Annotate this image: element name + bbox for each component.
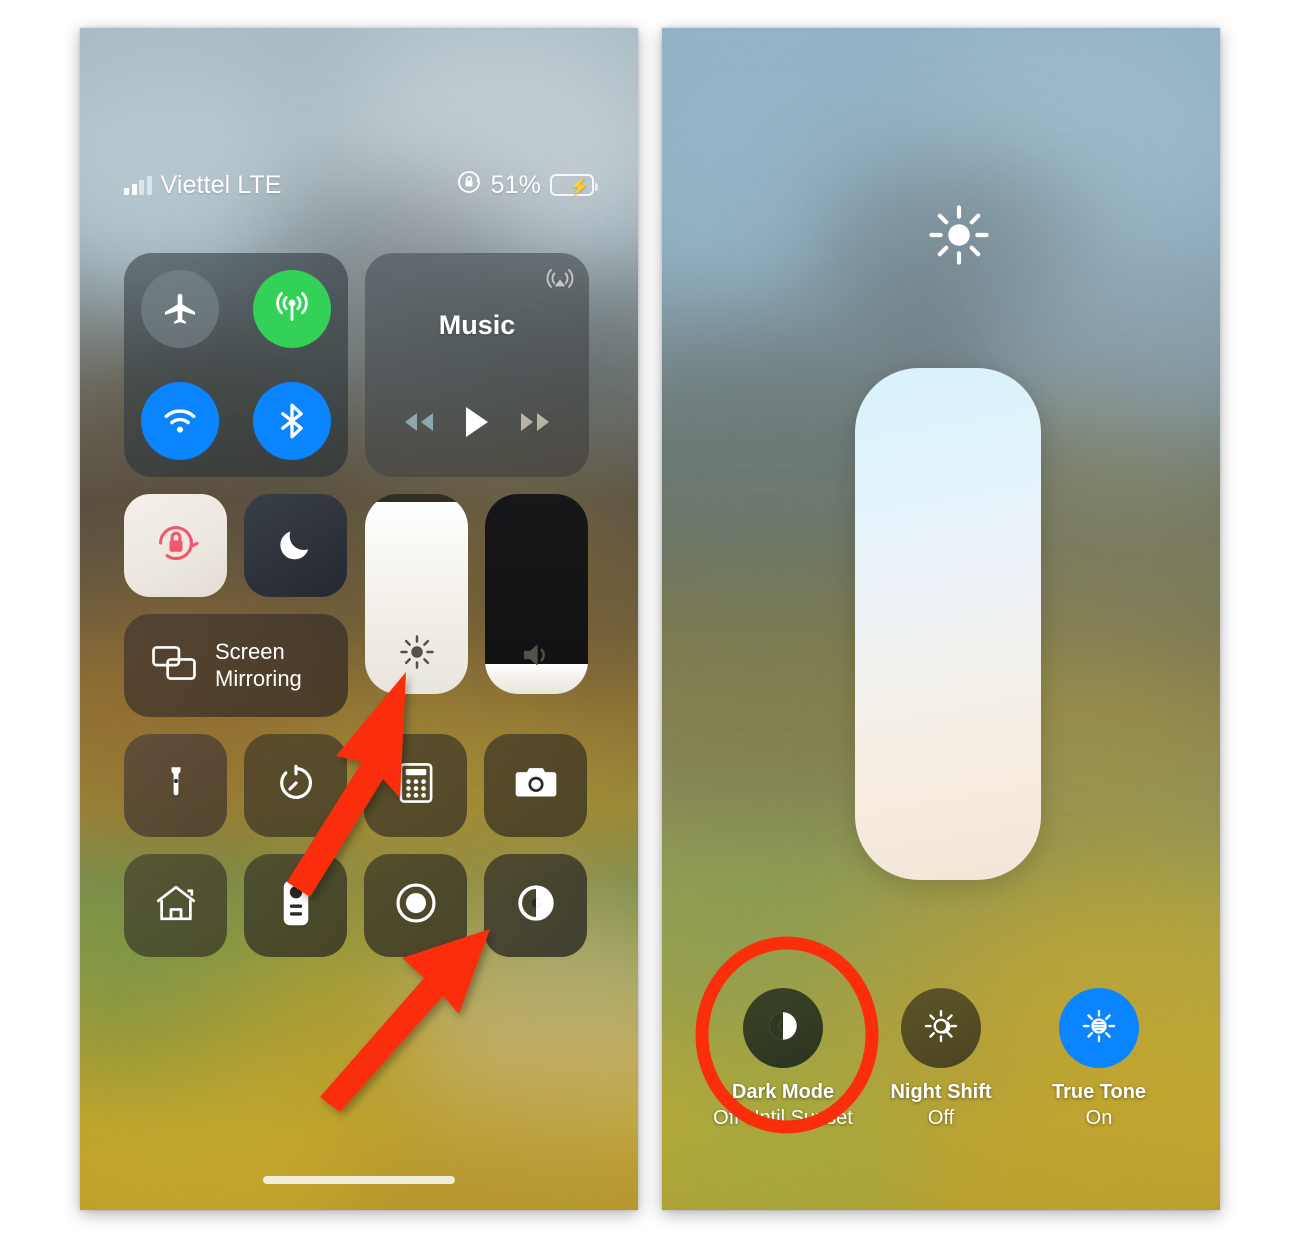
- battery-percent-label: 51%: [490, 170, 541, 199]
- media-widget[interactable]: Music: [365, 253, 589, 477]
- bluetooth-icon: [271, 400, 313, 442]
- true-tone-icon: [1079, 1006, 1119, 1051]
- control-center-grid: Music Screen Mirroring: [80, 253, 638, 957]
- screen-mirroring-icon: [150, 643, 198, 688]
- dark-mode-knob[interactable]: [743, 988, 823, 1068]
- connectivity-tile[interactable]: [124, 253, 348, 477]
- brightness-sun-icon: [365, 632, 468, 672]
- do-not-disturb-toggle[interactable]: [244, 494, 347, 597]
- volume-slider[interactable]: [485, 494, 588, 694]
- night-shift-icon: [921, 1006, 961, 1051]
- cellular-data-toggle[interactable]: [253, 270, 331, 348]
- home-tile[interactable]: [124, 854, 227, 957]
- timer-icon: [273, 760, 319, 811]
- true-tone-label: True Tone: [1051, 1081, 1147, 1103]
- night-shift-knob[interactable]: [901, 988, 981, 1068]
- status-bar: Viettel LTE 51% ⚡: [80, 168, 638, 202]
- display-options-row: Dark Mode Off Until Sunset Night Shift O…: [662, 988, 1220, 1130]
- brightness-expanded-panel-right: Dark Mode Off Until Sunset Night Shift O…: [662, 28, 1220, 1210]
- calculator-icon: [396, 761, 436, 810]
- dark-mode-icon: [763, 1006, 803, 1051]
- dark-mode-option[interactable]: Dark Mode Off Until Sunset: [708, 988, 858, 1130]
- dark-mode-state: Off Until Sunset: [713, 1107, 853, 1129]
- wifi-toggle[interactable]: [141, 382, 219, 460]
- play-icon[interactable]: [462, 405, 492, 439]
- cellular-data-icon: [271, 288, 313, 330]
- night-shift-label: Night Shift: [890, 1081, 992, 1103]
- control-center-panel-left: Viettel LTE 51% ⚡ Music Screen Mirroring: [80, 28, 638, 1210]
- cellular-signal-icon: [124, 175, 152, 195]
- volume-icon: [485, 638, 588, 672]
- mirror-label-line2: Mirroring: [215, 665, 302, 691]
- screen-record-icon: [393, 880, 439, 931]
- night-shift-state: Off: [927, 1107, 955, 1129]
- fast-forward-icon[interactable]: [517, 409, 555, 435]
- wifi-icon: [159, 400, 201, 442]
- screenshot-stage: Viettel LTE 51% ⚡ Music Screen Mirroring…: [0, 0, 1300, 1238]
- screen-record-tile[interactable]: [364, 854, 467, 957]
- calculator-tile[interactable]: [364, 734, 467, 837]
- night-shift-option[interactable]: Night Shift Off: [866, 988, 1016, 1130]
- home-icon: [153, 881, 199, 930]
- camera-tile[interactable]: [484, 734, 587, 837]
- airplane-icon: [160, 289, 200, 329]
- brightness-slider[interactable]: [365, 494, 468, 694]
- dark-mode-label: Dark Mode: [731, 1081, 835, 1103]
- battery-icon: ⚡: [550, 174, 598, 196]
- rotation-lock-icon: [150, 517, 202, 574]
- brightness-slider-expanded[interactable]: [855, 368, 1041, 880]
- rewind-icon[interactable]: [399, 409, 437, 435]
- media-title: Music: [438, 310, 516, 340]
- screen-mirroring-tile[interactable]: Screen Mirroring: [124, 614, 348, 717]
- dark-mode-icon: [513, 880, 559, 931]
- true-tone-knob[interactable]: [1059, 988, 1139, 1068]
- screen-mirroring-label: Screen Mirroring: [215, 639, 302, 693]
- flashlight-tile[interactable]: [124, 734, 227, 837]
- bluetooth-toggle[interactable]: [253, 382, 331, 460]
- camera-icon: [513, 763, 559, 808]
- timer-tile[interactable]: [244, 734, 347, 837]
- brightness-sun-icon: [924, 200, 994, 275]
- moon-icon: [273, 520, 319, 571]
- dark-mode-tile[interactable]: [484, 854, 587, 957]
- rotation-lock-icon: [456, 169, 482, 202]
- mirror-label-line1: Screen: [215, 638, 285, 664]
- carrier-label: Viettel LTE: [160, 170, 282, 199]
- flashlight-icon: [155, 762, 197, 809]
- home-indicator[interactable]: [263, 1176, 455, 1184]
- rotation-lock-toggle[interactable]: [124, 494, 227, 597]
- tv-remote-icon: [282, 880, 310, 931]
- tv-remote-tile[interactable]: [244, 854, 347, 957]
- true-tone-option[interactable]: True Tone On: [1024, 988, 1174, 1130]
- airplay-icon[interactable]: [545, 265, 575, 295]
- true-tone-state: On: [1085, 1107, 1113, 1129]
- airplane-mode-toggle[interactable]: [141, 270, 219, 348]
